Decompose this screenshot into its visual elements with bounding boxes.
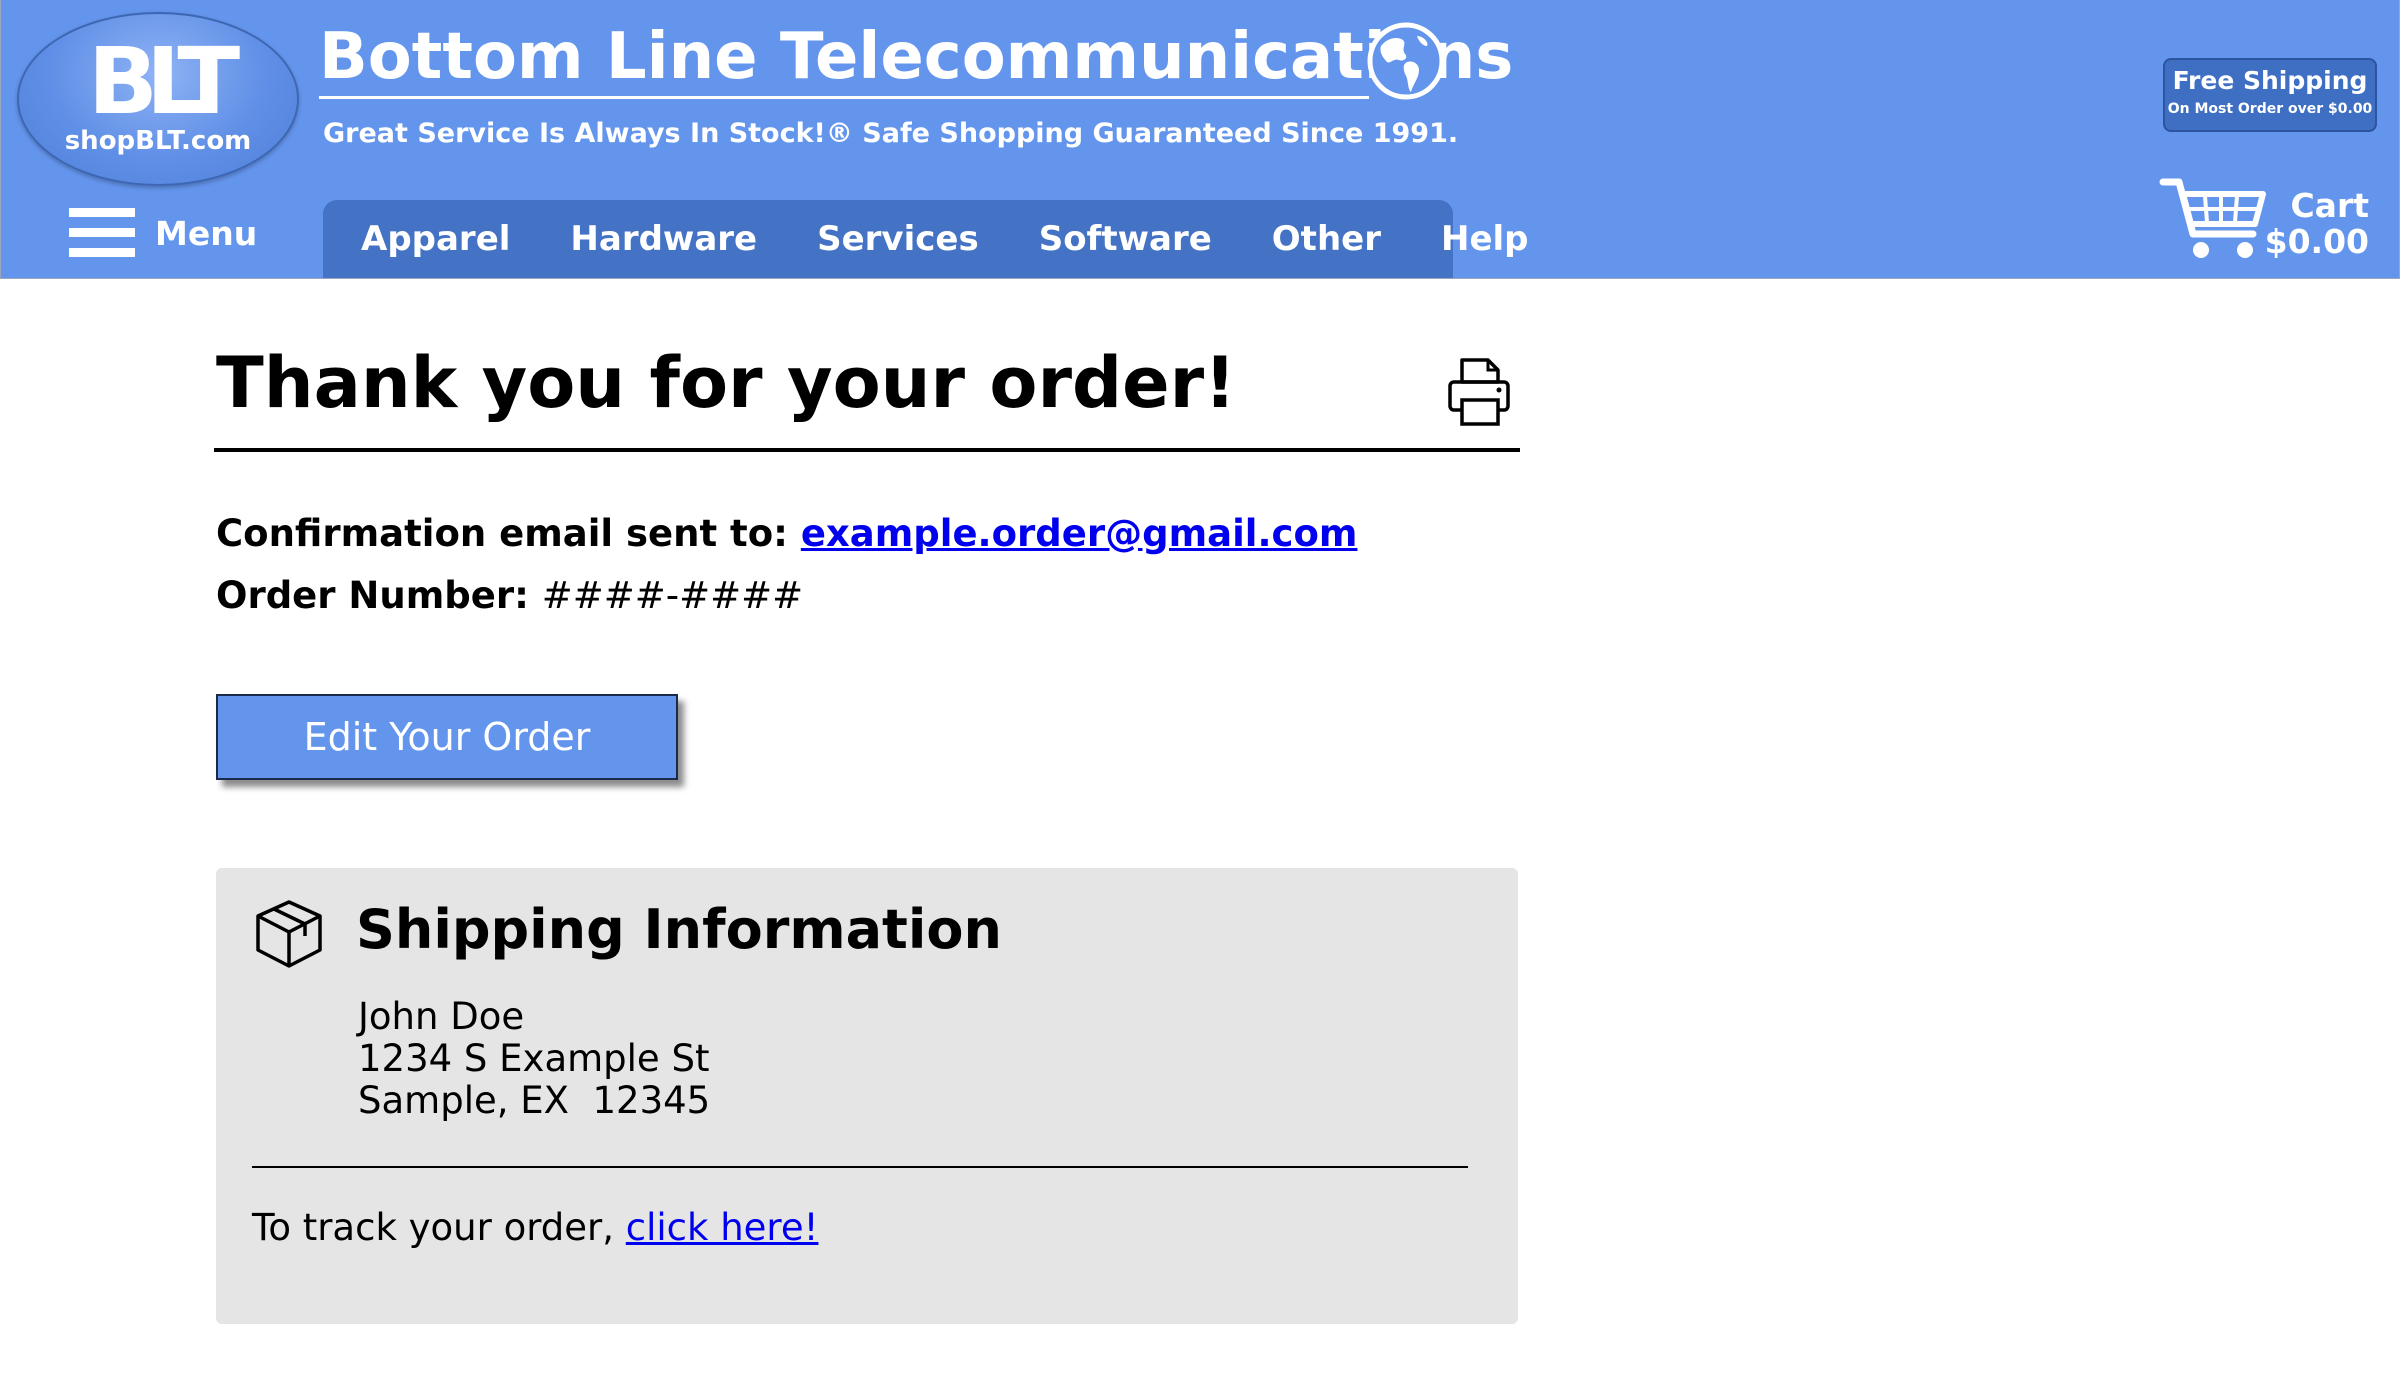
blt-logo[interactable]: BLT shopBLT.com [17, 12, 299, 186]
order-number-label: Order Number: [216, 574, 529, 617]
confirmation-email-link[interactable]: example.order@gmail.com [801, 512, 1358, 555]
nav-apparel[interactable]: Apparel [361, 219, 510, 259]
brand-title[interactable]: Bottom Line Telecommunications [319, 22, 1513, 93]
page-title: Thank you for your order! [216, 342, 1237, 424]
category-nav: Apparel Hardware Services Software Other… [323, 200, 1529, 278]
cart-total: $0.00 [2264, 222, 2369, 261]
site-header: BLT shopBLT.com Bottom Line Telecommunic… [0, 0, 2400, 279]
track-order-link[interactable]: click here! [626, 1206, 819, 1249]
globe-icon [1367, 22, 1445, 100]
confirmation-label: Confirmation email sent to: [216, 512, 788, 555]
brand-underline [319, 96, 1369, 99]
tagline: Great Service Is Always In Stock!® Safe … [323, 118, 1459, 149]
shipping-address: John Doe 1234 S Example St Sample, EX 1234… [358, 996, 710, 1122]
printer-icon[interactable] [1446, 356, 1512, 428]
address-city: Sample, EX 12345 [358, 1079, 711, 1122]
nav-software[interactable]: Software [1039, 219, 1212, 259]
free-shipping-subtitle: On Most Order over $0.00 [2167, 101, 2373, 117]
cart-button[interactable]: Cart $0.00 [2159, 172, 2379, 262]
track-text: To track your order, [252, 1206, 615, 1249]
hamburger-icon [69, 208, 135, 258]
order-number-line: Order Number: ####-#### [216, 574, 803, 617]
logo-domain: shopBLT.com [64, 126, 252, 156]
logo-letters: BLT [87, 28, 240, 135]
nav-hardware[interactable]: Hardware [570, 219, 757, 259]
cart-icon [2159, 178, 2266, 258]
nav-help[interactable]: Help [1441, 219, 1529, 259]
address-street: 1234 S Example St [358, 1037, 710, 1080]
nav-other[interactable]: Other [1272, 219, 1381, 259]
address-name: John Doe [358, 995, 525, 1038]
order-number-value: ####-#### [541, 574, 804, 617]
package-icon [252, 896, 326, 970]
free-shipping-badge[interactable]: Free Shipping On Most Order over $0.00 [2163, 58, 2377, 132]
shipping-title: Shipping Information [356, 898, 1002, 961]
nav-services[interactable]: Services [817, 219, 979, 259]
shipping-info-panel: Shipping Information John Doe 1234 S Exam… [216, 868, 1518, 1324]
cart-label: Cart [2290, 186, 2369, 225]
menu-label: Menu [155, 213, 258, 253]
edit-order-button[interactable]: Edit Your Order [216, 694, 678, 780]
title-divider [214, 448, 1520, 452]
menu-button[interactable]: Menu [69, 206, 257, 260]
shipping-divider [252, 1166, 1468, 1168]
track-order-line: To track your order, click here! [252, 1206, 818, 1249]
confirmation-line: Confirmation email sent to: example.orde… [216, 512, 1357, 555]
free-shipping-title: Free Shipping [2172, 66, 2368, 95]
